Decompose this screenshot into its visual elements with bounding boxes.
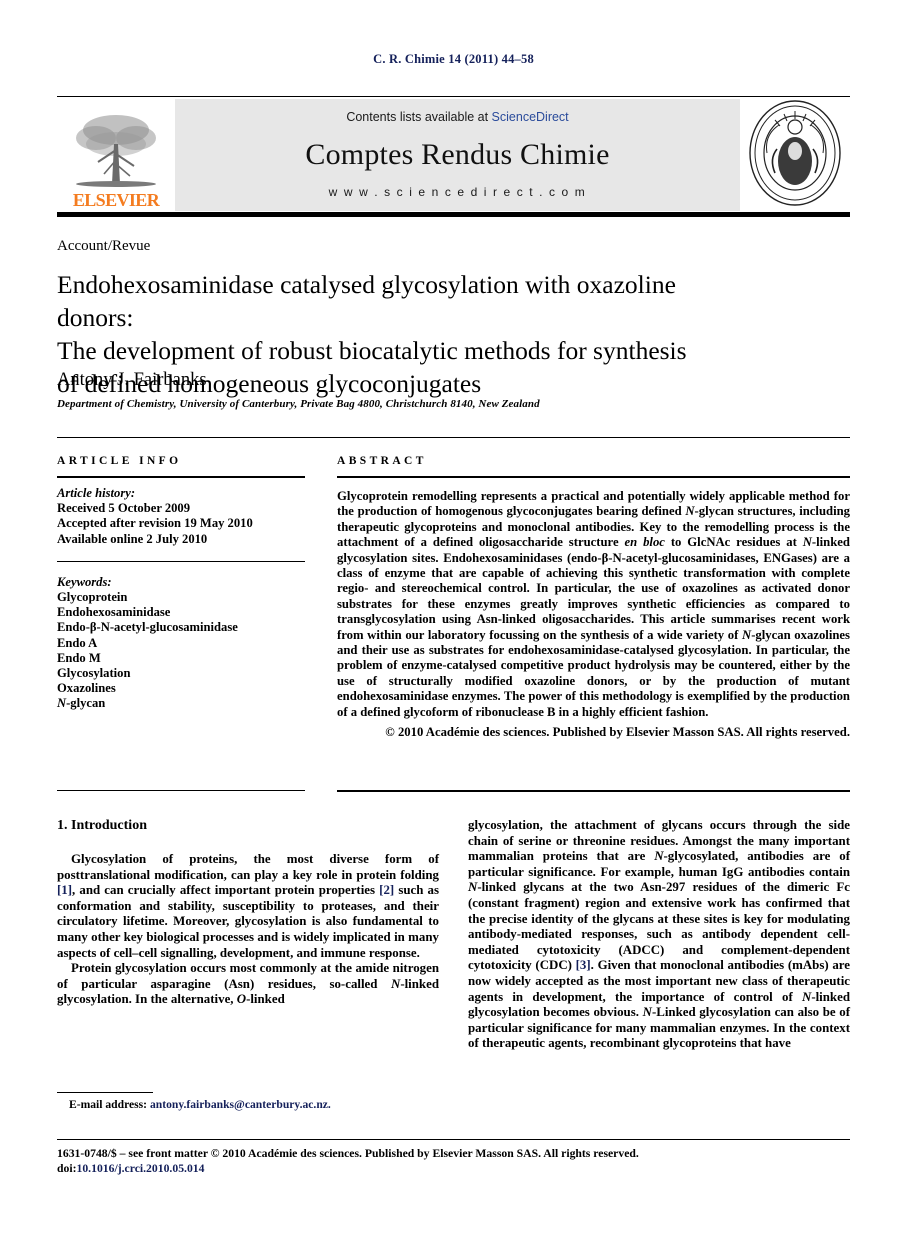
section-heading-introduction: 1. Introduction	[57, 818, 147, 833]
paragraph: glycosylation, the attachment of glycans…	[468, 818, 851, 1051]
sciencedirect-url[interactable]: w w w . s c i e n c e d i r e c t . c o …	[329, 185, 587, 199]
keywords-block: Keywords: Glycoprotein Endohexosaminidas…	[57, 575, 305, 712]
history-item: Available online 2 July 2010	[57, 531, 208, 546]
article-info-column: ARTICLE INFO Article history: Received 5…	[57, 455, 305, 712]
elsevier-wordmark: ELSEVIER	[72, 190, 160, 210]
email-link[interactable]: antony.fairbanks@canterbury.ac.nz.	[150, 1098, 331, 1111]
contents-prefix: Contents lists available at	[346, 110, 492, 124]
keyword-item: Glycoprotein	[57, 590, 128, 605]
article-history-label: Article history:	[57, 486, 136, 500]
author-name: Antony J. Fairbanks	[57, 370, 207, 390]
article-info-heading: ARTICLE INFO	[57, 455, 182, 467]
journal-banner: ELSEVIER Contents lists available at Sci…	[57, 96, 850, 217]
keyword-item: Glycosylation	[57, 666, 131, 681]
history-item: Received 5 October 2009	[57, 501, 191, 516]
academie-des-sciences-seal-icon	[747, 99, 843, 212]
abstract-copyright: © 2010 Académie des sciences. Published …	[385, 725, 850, 740]
paragraph: Protein glycosylation occurs most common…	[57, 961, 439, 1007]
keyword-item: Oxazolines	[57, 681, 116, 696]
body-column-left: 1. Introduction Glycosylation of protein…	[57, 818, 439, 1008]
abstract-heading-rule	[337, 476, 850, 478]
keyword-item: Endo-β-N-acetyl-glucosaminidase	[57, 620, 238, 635]
issn-copyright-line: 1631-0748/$ – see front matter © 2010 Ac…	[57, 1147, 639, 1160]
banner-body: ELSEVIER Contents lists available at Sci…	[57, 99, 850, 211]
body-column-right: glycosylation, the attachment of glycans…	[468, 818, 850, 1052]
abstract-body: Glycoprotein remodelling represents a pr…	[337, 489, 850, 719]
journal-title: Comptes Rendus Chimie	[305, 137, 610, 171]
sciencedirect-link[interactable]: ScienceDirect	[492, 110, 569, 124]
elsevier-tree-icon	[68, 110, 164, 190]
page-bottom-rule	[57, 1139, 850, 1140]
abstract-bottom-rule	[337, 790, 850, 792]
keyword-item: Endo A	[57, 635, 98, 650]
email-label: E-mail address:	[69, 1098, 148, 1111]
title-line-2: The development of robust biocatalytic m…	[57, 336, 687, 365]
academie-seal	[740, 99, 850, 211]
running-head: C. R. Chimie 14 (2011) 44–58	[373, 52, 534, 66]
footnote-email: E-mail address: antony.fairbanks@canterb…	[57, 1098, 439, 1111]
title-line-1: Endohexosaminidase catalysed glycosylati…	[57, 270, 676, 332]
article-page: C. R. Chimie 14 (2011) 44–58 ELSEVIER Co…	[0, 0, 907, 1238]
info-top-rule	[57, 437, 850, 438]
paragraph: Glycosylation of proteins, the most dive…	[57, 852, 439, 960]
banner-bottom-rule	[57, 212, 850, 217]
banner-top-rule	[57, 96, 850, 97]
keyword-item: Endo M	[57, 650, 101, 665]
doi-label: doi:	[57, 1162, 77, 1175]
abstract-column: ABSTRACT Glycoprotein remodelling repres…	[337, 455, 850, 741]
keywords-label: Keywords:	[57, 574, 112, 589]
author-affiliation: Department of Chemistry, University of C…	[57, 398, 540, 410]
info-bottom-rule	[57, 790, 305, 791]
contents-available-line: Contents lists available at ScienceDirec…	[346, 110, 568, 124]
article-history-block: Article history: Received 5 October 2009…	[57, 486, 305, 547]
abstract-heading: ABSTRACT	[337, 455, 427, 467]
elsevier-logo: ELSEVIER	[57, 99, 175, 211]
history-item: Accepted after revision 19 May 2010	[57, 516, 253, 531]
footnote-rule	[57, 1092, 153, 1093]
doi-value[interactable]: 10.1016/j.crci.2010.05.014	[76, 1162, 204, 1175]
keyword-item: N-glycan	[57, 696, 106, 711]
article-info-separator	[57, 560, 305, 562]
keyword-item: Endohexosaminidase	[57, 605, 171, 620]
article-info-heading-rule	[57, 476, 305, 478]
article-type-label: Account/Revue	[57, 238, 151, 254]
banner-center: Contents lists available at ScienceDirec…	[175, 99, 740, 211]
doi-line: doi:10.1016/j.crci.2010.05.014	[57, 1161, 850, 1176]
imprint-block: 1631-0748/$ – see front matter © 2010 Ac…	[57, 1146, 850, 1176]
